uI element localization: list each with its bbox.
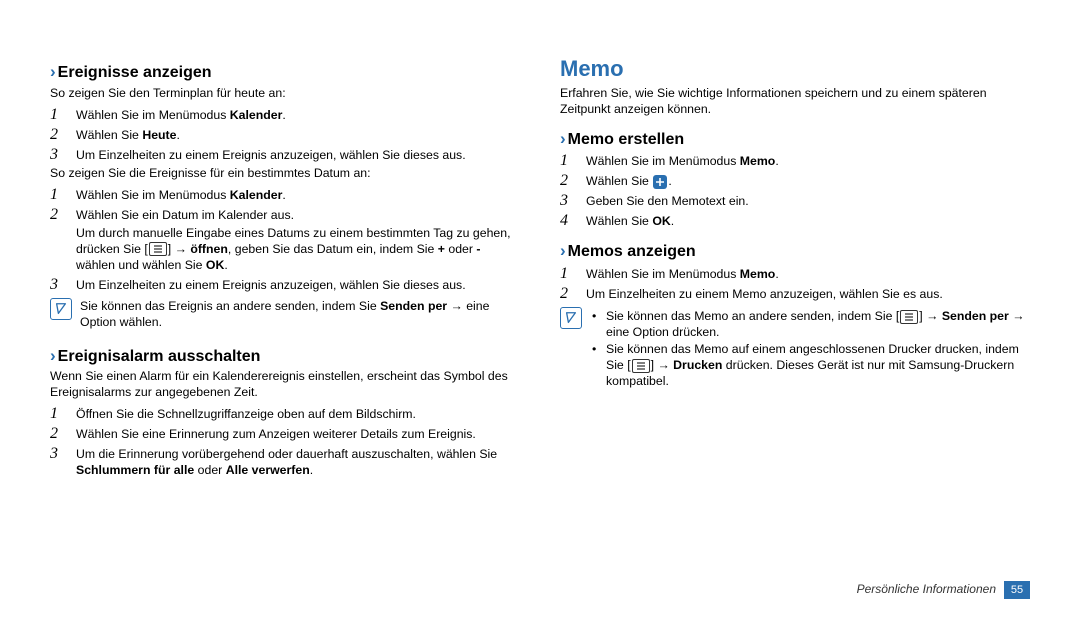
step-number: 2 bbox=[50, 126, 76, 144]
step: 4 Wählen Sie OK. bbox=[560, 212, 1030, 230]
step: 3 Um Einzelheiten zu einem Ereignis anzu… bbox=[50, 146, 520, 164]
step: 3 Geben Sie den Memotext ein. bbox=[560, 192, 1030, 210]
chevron-right-icon: › bbox=[50, 62, 56, 81]
step-text: Wählen Sie im Menümodus Kalender. bbox=[76, 186, 520, 204]
chevron-right-icon: › bbox=[560, 241, 566, 260]
chevron-right-icon: › bbox=[560, 129, 566, 148]
step-number: 3 bbox=[50, 146, 76, 164]
step-text: Wählen Sie im Menümodus Kalender. bbox=[76, 106, 520, 124]
bullet-item: • Sie können das Memo auf einem angeschl… bbox=[590, 342, 1030, 390]
note-icon bbox=[560, 307, 582, 329]
note-block: • Sie können das Memo an andere senden, … bbox=[560, 307, 1030, 391]
steps-today: 1 Wählen Sie im Menümodus Kalender. 2 Wä… bbox=[50, 106, 520, 164]
step: 1 Wählen Sie im Menümodus Kalender. bbox=[50, 186, 520, 204]
step-number: 2 bbox=[560, 285, 586, 303]
intro-text: Erfahren Sie, wie Sie wichtige Informati… bbox=[560, 86, 1030, 118]
heading-text: Memo erstellen bbox=[568, 131, 684, 148]
step-text: Um Einzelheiten zu einem Ereignis anzuze… bbox=[76, 276, 520, 294]
heading-memo-erstellen: ›Memo erstellen bbox=[560, 128, 1030, 151]
step-number: 3 bbox=[50, 276, 76, 294]
step-text: Öffnen Sie die Schnellzugriffanzeige obe… bbox=[76, 405, 520, 423]
menu-icon bbox=[900, 310, 918, 324]
step: 2 Wählen Sie Heute. bbox=[50, 126, 520, 144]
step-text: Wählen Sie ein Datum im Kalender aus. Um… bbox=[76, 206, 520, 274]
step: 1 Wählen Sie im Menümodus Memo. bbox=[560, 265, 1030, 283]
step: 3 Um die Erinnerung vorübergehend oder d… bbox=[50, 445, 520, 479]
step-text: Wählen Sie OK. bbox=[586, 212, 1030, 230]
steps-date: 1 Wählen Sie im Menümodus Kalender. 2 Wä… bbox=[50, 186, 520, 294]
steps-memo-view: 1 Wählen Sie im Menümodus Memo. 2 Um Ein… bbox=[560, 265, 1030, 303]
step-text: Wählen Sie im Menümodus Memo. bbox=[586, 265, 1030, 283]
intro-text: Wenn Sie einen Alarm für ein Kalenderere… bbox=[50, 369, 520, 401]
left-column: ›Ereignisse anzeigen So zeigen Sie den T… bbox=[50, 55, 520, 575]
step: 1 Wählen Sie im Menümodus Kalender. bbox=[50, 106, 520, 124]
heading-text: Memos anzeigen bbox=[568, 243, 696, 260]
heading-ereignisalarm: ›Ereignisalarm ausschalten bbox=[50, 345, 520, 368]
step-text: Wählen Sie eine Erinnerung zum Anzeigen … bbox=[76, 425, 520, 443]
step-number: 1 bbox=[560, 265, 586, 283]
step: 1 Öffnen Sie die Schnellzugriffanzeige o… bbox=[50, 405, 520, 423]
steps-memo-create: 1 Wählen Sie im Menümodus Memo. 2 Wählen… bbox=[560, 152, 1030, 230]
step-number: 1 bbox=[560, 152, 586, 170]
step: 3 Um Einzelheiten zu einem Ereignis anzu… bbox=[50, 276, 520, 294]
note-block: Sie können das Ereignis an andere senden… bbox=[50, 298, 520, 331]
step-number: 4 bbox=[560, 212, 586, 230]
menu-icon bbox=[149, 242, 167, 256]
note-bullets: • Sie können das Memo an andere senden, … bbox=[590, 309, 1030, 390]
heading-memo: Memo bbox=[560, 55, 1030, 84]
step-number: 1 bbox=[50, 405, 76, 423]
step-text: Um Einzelheiten zu einem Ereignis anzuze… bbox=[76, 146, 520, 164]
intro-text: So zeigen Sie die Ereignisse für ein bes… bbox=[50, 166, 520, 182]
bullet-item: • Sie können das Memo an andere senden, … bbox=[590, 309, 1030, 341]
heading-memos-anzeigen: ›Memos anzeigen bbox=[560, 240, 1030, 263]
note-text: Sie können das Ereignis an andere senden… bbox=[80, 298, 520, 331]
menu-icon bbox=[632, 359, 650, 373]
page-footer: Persönliche Informationen 55 bbox=[50, 581, 1030, 599]
heading-text: Ereignisalarm ausschalten bbox=[58, 348, 261, 365]
step-number: 3 bbox=[50, 445, 76, 463]
step-number: 3 bbox=[560, 192, 586, 210]
note-icon bbox=[50, 298, 72, 320]
heading-ereignisse-anzeigen: ›Ereignisse anzeigen bbox=[50, 61, 520, 84]
chevron-right-icon: › bbox=[50, 346, 56, 365]
plus-icon bbox=[653, 175, 667, 189]
footer-section-label: Persönliche Informationen bbox=[857, 582, 996, 598]
step-text: Wählen Sie . bbox=[586, 172, 1030, 190]
step: 1 Wählen Sie im Menümodus Memo. bbox=[560, 152, 1030, 170]
right-column: Memo Erfahren Sie, wie Sie wichtige Info… bbox=[560, 55, 1030, 575]
step-number: 1 bbox=[50, 186, 76, 204]
two-column-layout: ›Ereignisse anzeigen So zeigen Sie den T… bbox=[50, 55, 1030, 575]
step: 2 Um Einzelheiten zu einem Memo anzuzeig… bbox=[560, 285, 1030, 303]
note-text: • Sie können das Memo an andere senden, … bbox=[590, 307, 1030, 391]
bullet-dot: • bbox=[590, 309, 606, 325]
step-text: Um Einzelheiten zu einem Memo anzuzeigen… bbox=[586, 285, 1030, 303]
step-number: 2 bbox=[50, 206, 76, 224]
step-sub-note: Um durch manuelle Eingabe eines Datums z… bbox=[76, 226, 520, 274]
heading-text: Ereignisse anzeigen bbox=[58, 64, 212, 81]
step: 2 Wählen Sie ein Datum im Kalender aus. … bbox=[50, 206, 520, 274]
page-number: 55 bbox=[1004, 581, 1030, 599]
steps-alarm: 1 Öffnen Sie die Schnellzugriffanzeige o… bbox=[50, 405, 520, 479]
step-text: Geben Sie den Memotext ein. bbox=[586, 192, 1030, 210]
step: 2 Wählen Sie eine Erinnerung zum Anzeige… bbox=[50, 425, 520, 443]
step-number: 2 bbox=[560, 172, 586, 190]
step-text: Wählen Sie Heute. bbox=[76, 126, 520, 144]
intro-text: So zeigen Sie den Terminplan für heute a… bbox=[50, 86, 520, 102]
bullet-dot: • bbox=[590, 342, 606, 358]
step-number: 1 bbox=[50, 106, 76, 124]
step-text: Wählen Sie im Menümodus Memo. bbox=[586, 152, 1030, 170]
step-number: 2 bbox=[50, 425, 76, 443]
step-text: Um die Erinnerung vorübergehend oder dau… bbox=[76, 445, 520, 479]
step: 2 Wählen Sie . bbox=[560, 172, 1030, 190]
